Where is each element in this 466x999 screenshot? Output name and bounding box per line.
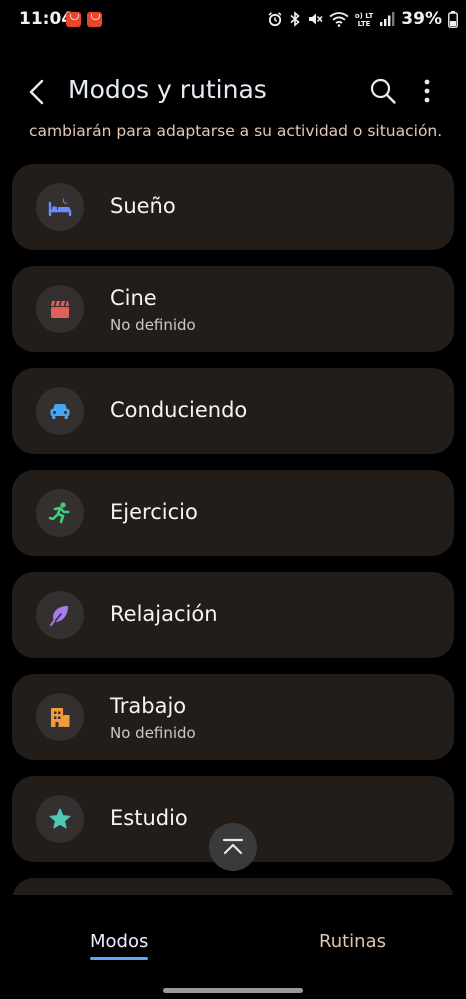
mode-icon-wrapper (36, 693, 84, 741)
running-icon (48, 502, 70, 524)
battery-icon (448, 10, 458, 28)
mode-icon-wrapper (36, 183, 84, 231)
mode-name: Trabajo (110, 694, 187, 718)
bottom-navigation: Modos Rutinas (0, 895, 466, 999)
star-icon (49, 808, 71, 829)
scroll-to-top-button[interactable] (209, 823, 257, 871)
wifi-icon (329, 12, 349, 27)
page-title: Modos y rutinas (68, 75, 267, 104)
app-bar: Modos y rutinas (0, 62, 466, 122)
mode-name: Sueño (110, 194, 176, 218)
mode-icon-wrapper (36, 795, 84, 843)
volte-icon: Vo) LTE LTE (355, 12, 373, 28)
mode-card-relajacion[interactable]: Relajación (12, 572, 454, 658)
alarm-icon (268, 12, 282, 27)
more-options-icon[interactable] (414, 76, 440, 106)
shopping-app-notification-icon (87, 12, 102, 27)
mode-name: Relajación (110, 602, 218, 626)
shopping-app-notification-icon (66, 12, 81, 27)
mode-icon-wrapper (36, 489, 84, 537)
back-arrow-icon[interactable] (22, 76, 54, 108)
building-icon (51, 708, 70, 727)
intro-description: cambiarán para adaptarse a su actividad … (29, 122, 443, 140)
mode-card-ejercicio[interactable]: Ejercicio (12, 470, 454, 556)
network-label: Vo) LTE (355, 12, 373, 20)
mode-name: Estudio (110, 806, 188, 830)
bed-icon (48, 197, 72, 217)
mode-card-conduciendo[interactable]: Conduciendo (12, 368, 454, 454)
mode-status: No definido (110, 724, 196, 742)
mode-name: Conduciendo (110, 398, 248, 422)
home-indicator[interactable] (163, 988, 303, 993)
mute-icon (309, 13, 323, 25)
status-indicators: Vo) LTE LTE 39% (267, 8, 458, 30)
mode-card-sueno[interactable]: Sueño (12, 164, 454, 250)
svg-text:LTE: LTE (358, 20, 371, 28)
active-tab-indicator (90, 957, 149, 960)
search-icon[interactable] (368, 76, 398, 106)
car-icon (50, 404, 70, 419)
status-time: 11:04 (19, 9, 74, 29)
bluetooth-icon (290, 11, 301, 27)
mode-icon-wrapper (36, 387, 84, 435)
leaf-icon (50, 606, 68, 626)
mode-name: Cine (110, 286, 157, 310)
mode-icon-wrapper (36, 591, 84, 639)
mode-card-trabajo[interactable]: Trabajo No definido (12, 674, 454, 760)
clapperboard-icon (51, 300, 69, 318)
mode-card-cine[interactable]: Cine No definido (12, 266, 454, 352)
status-bar: 11:04 Vo) LTE LTE (0, 0, 466, 40)
mode-status: No definido (110, 316, 196, 334)
tab-label: Modos (90, 931, 149, 952)
signal-icon (380, 12, 395, 26)
scroll-to-top-icon (222, 838, 244, 855)
tab-rutinas[interactable]: Rutinas (319, 931, 386, 952)
mode-icon-wrapper (36, 285, 84, 333)
tab-modos[interactable]: Modos (90, 931, 149, 960)
mode-name: Ejercicio (110, 500, 198, 524)
battery-percentage: 39% (401, 9, 442, 29)
tab-label: Rutinas (319, 931, 386, 952)
